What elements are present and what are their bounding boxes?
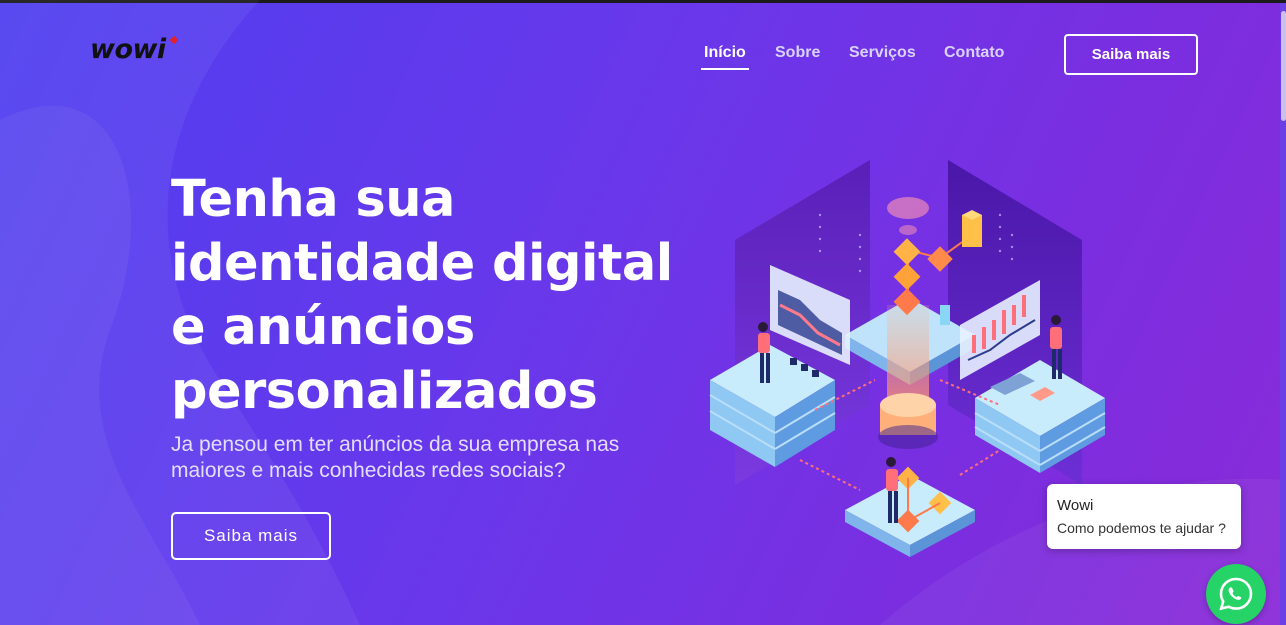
nav-item-sobre[interactable]: Sobre <box>775 44 820 62</box>
nav-item-servicos[interactable]: Serviços <box>849 44 916 62</box>
chat-popup[interactable]: Wowi Como podemos te ajudar ? <box>1047 484 1241 549</box>
scrollbar[interactable] <box>1280 3 1286 625</box>
nav-item-inicio[interactable]: Início <box>704 44 746 62</box>
header-cta-button[interactable]: Saiba mais <box>1064 34 1198 75</box>
hero-subtitle: Ja pensou em ter anúncios da sua empresa… <box>171 433 620 482</box>
nav-active-underline <box>701 68 749 70</box>
chat-message: Como podemos te ajudar ? <box>1057 520 1226 536</box>
chat-sender-name: Wowi <box>1057 497 1094 514</box>
hero-cta-button[interactable]: Saiba mais <box>171 512 331 560</box>
whatsapp-icon <box>1219 577 1253 611</box>
logo-accent-dot <box>169 35 179 45</box>
hero-title: Tenha sua identidade digital e anúncios … <box>171 170 673 421</box>
bottom-platform <box>845 466 975 557</box>
scrollbar-thumb[interactable] <box>1281 11 1286 121</box>
top-border <box>0 0 1286 3</box>
nav-item-contato[interactable]: Contato <box>944 44 1004 62</box>
logo[interactable]: wowi <box>90 34 166 65</box>
whatsapp-button[interactable] <box>1206 564 1266 624</box>
